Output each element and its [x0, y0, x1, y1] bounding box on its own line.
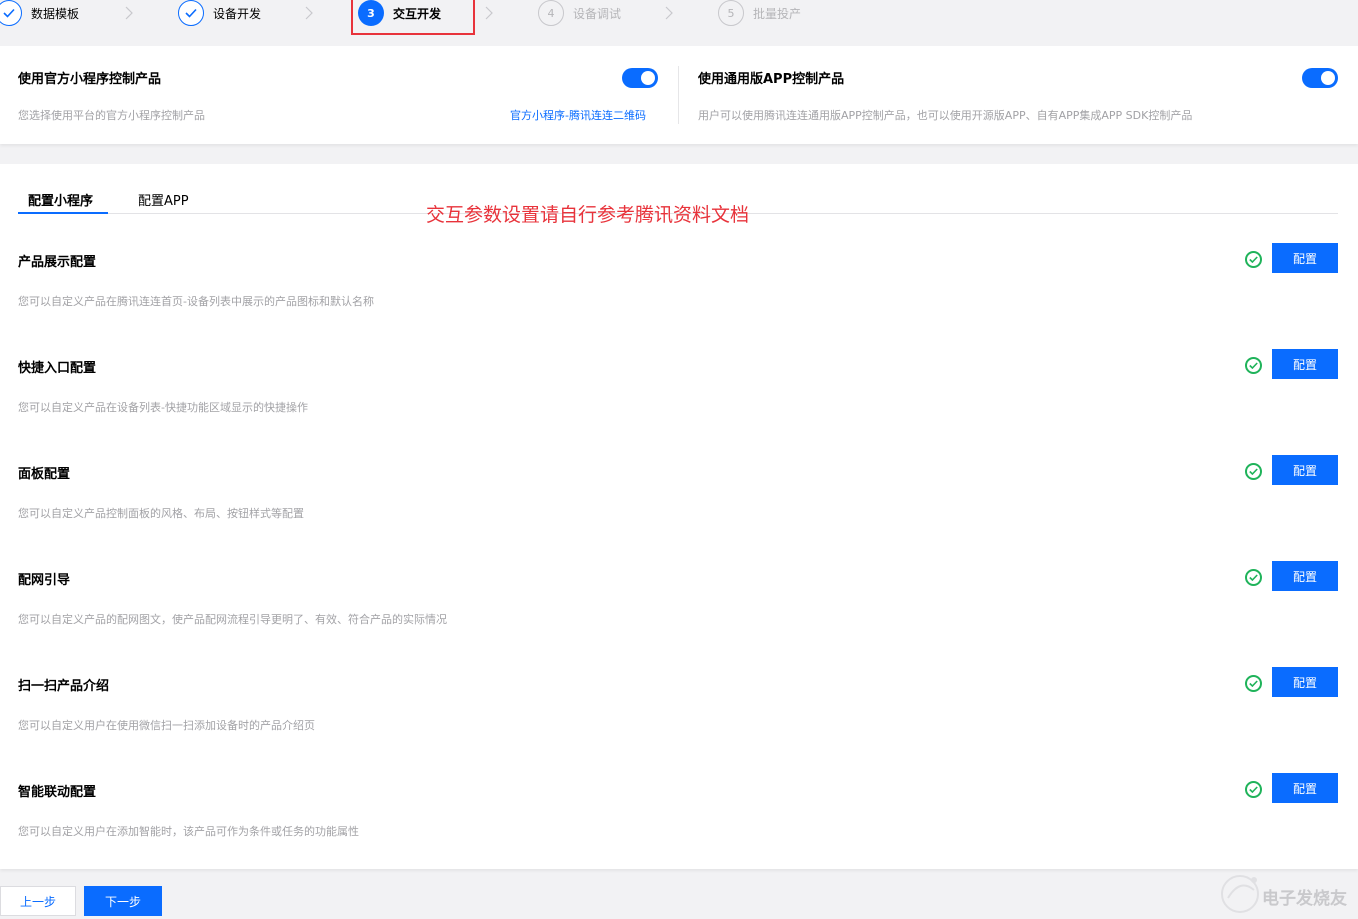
configure-button[interactable]: 配置	[1272, 243, 1338, 273]
highlight-annotation-box	[351, 0, 475, 35]
app-control-title: 使用通用版APP控制产品	[698, 72, 845, 87]
config-title: 面板配置	[18, 467, 71, 482]
step-device-development[interactable]: 设备开发	[178, 0, 261, 26]
step-label: 批量投产	[753, 6, 802, 21]
divider	[678, 66, 679, 124]
configure-button[interactable]: 配置	[1272, 455, 1338, 485]
config-title: 智能联动配置	[18, 785, 97, 800]
config-row-scan-intro: 扫一扫产品介绍 您可以自定义用户在使用微信扫一扫添加设备时的产品介绍页 配置	[0, 667, 1358, 781]
config-title: 配网引导	[18, 573, 71, 588]
mini-program-qrcode-link[interactable]: 官方小程序-腾讯连连二维码	[510, 107, 646, 123]
config-row-shortcut-entry: 快捷入口配置 您可以自定义产品在设备列表-快捷功能区域显示的快捷操作 配置	[0, 349, 1358, 463]
step-device-debugging[interactable]: 4 设备调试	[538, 0, 621, 26]
interaction-config-panel: 配置小程序 配置APP 交互参数设置请自行参考腾讯资料文档 产品展示配置 您可以…	[0, 164, 1358, 869]
control-method-card: 使用官方小程序控制产品 您选择使用平台的官方小程序控制产品 官方小程序-腾讯连连…	[0, 46, 1358, 144]
check-circle-icon	[1245, 569, 1262, 586]
active-tab-indicator	[18, 212, 108, 214]
step-mass-production[interactable]: 5 批量投产	[718, 0, 801, 26]
config-row-panel: 面板配置 您可以自定义产品控制面板的风格、布局、按钮样式等配置 配置	[0, 455, 1358, 569]
step-number: 4	[538, 0, 564, 26]
annotation-note: 交互参数设置请自行参考腾讯资料文档	[426, 204, 750, 226]
chevron-right-icon	[305, 6, 313, 20]
step-navigator: 数据模板 设备开发 3 交互开发 4 设备调试 5 批量投产	[0, 0, 1358, 46]
chevron-right-icon	[125, 6, 133, 20]
check-icon	[178, 0, 204, 26]
config-desc: 您可以自定义产品的配网图文，使产品配网流程引导更明了、有效、符合产品的实际情况	[18, 613, 447, 626]
app-control-toggle[interactable]	[1302, 68, 1338, 88]
check-circle-icon	[1245, 357, 1262, 374]
config-desc: 您可以自定义用户在添加智能时，该产品可作为条件或任务的功能属性	[18, 825, 359, 838]
next-step-button[interactable]: 下一步	[84, 886, 162, 916]
chevron-right-icon	[665, 6, 673, 20]
mini-program-control-title: 使用官方小程序控制产品	[18, 72, 162, 87]
step-label: 设备调试	[573, 6, 622, 21]
mini-program-control-toggle[interactable]	[622, 68, 658, 88]
chevron-right-icon	[485, 6, 493, 20]
config-title: 快捷入口配置	[18, 361, 97, 376]
mini-program-control-desc: 您选择使用平台的官方小程序控制产品	[18, 109, 205, 122]
step-label: 数据模板	[31, 6, 80, 21]
previous-step-button[interactable]: 上一步	[0, 886, 76, 916]
configure-button[interactable]: 配置	[1272, 667, 1338, 697]
config-row-smart-linkage: 智能联动配置 您可以自定义用户在添加智能时，该产品可作为条件或任务的功能属性 配…	[0, 773, 1358, 887]
config-desc: 您可以自定义用户在使用微信扫一扫添加设备时的产品介绍页	[18, 719, 315, 732]
check-icon	[0, 0, 22, 26]
app-control-desc: 用户可以使用腾讯连连通用版APP控制产品，也可以使用开源版APP、自有APP集成…	[698, 109, 1193, 122]
tab-configure-app[interactable]: 配置APP	[138, 190, 189, 209]
check-circle-icon	[1245, 675, 1262, 692]
configure-button[interactable]: 配置	[1272, 773, 1338, 803]
configure-button[interactable]: 配置	[1272, 561, 1338, 591]
step-number: 5	[718, 0, 744, 26]
config-desc: 您可以自定义产品控制面板的风格、布局、按钮样式等配置	[18, 507, 304, 520]
check-circle-icon	[1245, 463, 1262, 480]
config-desc: 您可以自定义产品在设备列表-快捷功能区域显示的快捷操作	[18, 401, 308, 414]
configure-button[interactable]: 配置	[1272, 349, 1338, 379]
config-desc: 您可以自定义产品在腾讯连连首页-设备列表中展示的产品图标和默认名称	[18, 295, 374, 308]
check-circle-icon	[1245, 781, 1262, 798]
step-data-template[interactable]: 数据模板	[0, 0, 79, 26]
config-title: 产品展示配置	[18, 255, 97, 270]
tab-configure-mini-program[interactable]: 配置小程序	[28, 190, 93, 209]
config-title: 扫一扫产品介绍	[18, 679, 110, 694]
config-row-product-display: 产品展示配置 您可以自定义产品在腾讯连连首页-设备列表中展示的产品图标和默认名称…	[0, 243, 1358, 357]
config-row-network-guide: 配网引导 您可以自定义产品的配网图文，使产品配网流程引导更明了、有效、符合产品的…	[0, 561, 1358, 675]
check-circle-icon	[1245, 251, 1262, 268]
step-label: 设备开发	[213, 6, 262, 21]
watermark-text: 电子发烧友	[1262, 889, 1347, 909]
